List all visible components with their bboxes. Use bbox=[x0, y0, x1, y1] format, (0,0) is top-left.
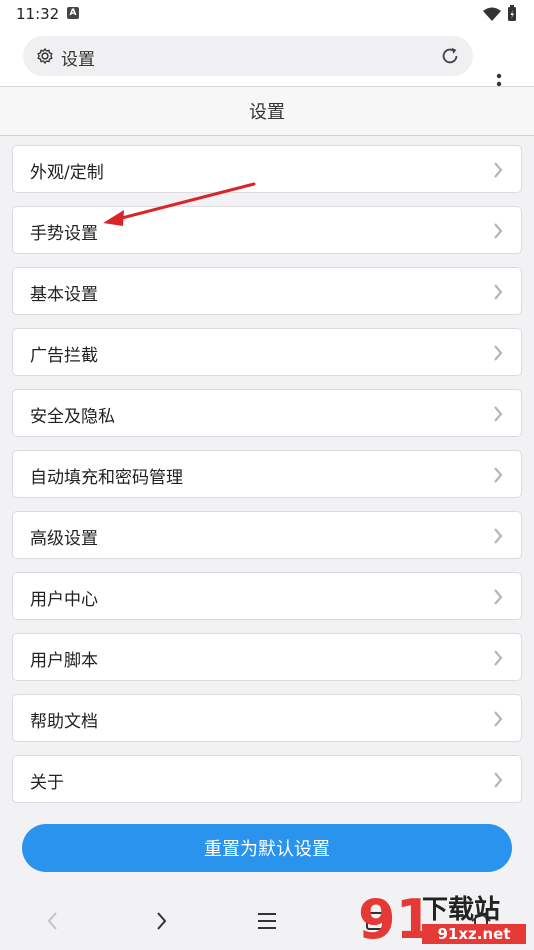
chevron-right-icon bbox=[494, 345, 503, 361]
status-bar: 11:32 A bbox=[0, 0, 534, 28]
chevron-right-icon bbox=[494, 467, 503, 483]
watermark-sub: 91xz.net bbox=[437, 925, 510, 943]
settings-item-about[interactable]: 关于 bbox=[12, 755, 522, 803]
item-label: 用户中心 bbox=[30, 590, 98, 610]
reload-icon[interactable] bbox=[439, 45, 461, 67]
status-time: 11:32 bbox=[16, 5, 60, 23]
chevron-right-icon bbox=[494, 711, 503, 727]
item-label: 安全及隐私 bbox=[30, 407, 115, 427]
reset-defaults-button[interactable]: 重置为默认设置 bbox=[22, 824, 512, 872]
settings-item-user-center[interactable]: 用户中心 bbox=[12, 572, 522, 620]
item-label: 广告拦截 bbox=[30, 346, 98, 366]
item-label: 手势设置 bbox=[30, 224, 98, 244]
status-icons bbox=[483, 5, 516, 21]
settings-item-basic[interactable]: 基本设置 bbox=[12, 267, 522, 315]
address-bar[interactable]: 设置 bbox=[23, 36, 473, 76]
item-label: 关于 bbox=[30, 773, 64, 793]
settings-item-user-scripts[interactable]: 用户脚本 bbox=[12, 633, 522, 681]
wifi-icon bbox=[483, 7, 501, 21]
browser-toolbar: 设置 bbox=[0, 28, 534, 95]
back-icon[interactable] bbox=[40, 908, 66, 934]
item-label: 基本设置 bbox=[30, 285, 98, 305]
watermark-title: 下载站 bbox=[422, 895, 500, 925]
page-header: 设置 bbox=[0, 86, 534, 136]
settings-item-privacy[interactable]: 安全及隐私 bbox=[12, 389, 522, 437]
watermark-logo: 91 下载站 91xz.net bbox=[358, 888, 526, 948]
settings-item-adblock[interactable]: 广告拦截 bbox=[12, 328, 522, 376]
item-label: 自动填充和密码管理 bbox=[30, 468, 183, 488]
a-icon: A bbox=[67, 7, 79, 19]
chevron-right-icon bbox=[494, 528, 503, 544]
battery-icon bbox=[508, 5, 516, 21]
item-label: 外观/定制 bbox=[30, 163, 104, 183]
gear-icon bbox=[37, 48, 53, 64]
item-label: 用户脚本 bbox=[30, 651, 98, 671]
page-title: 设置 bbox=[249, 102, 285, 123]
settings-item-gestures[interactable]: 手势设置 bbox=[12, 206, 522, 254]
menu-icon[interactable] bbox=[254, 908, 280, 934]
settings-item-advanced[interactable]: 高级设置 bbox=[12, 511, 522, 559]
address-text: 设置 bbox=[61, 50, 95, 70]
settings-item-autofill[interactable]: 自动填充和密码管理 bbox=[12, 450, 522, 498]
forward-icon[interactable] bbox=[148, 908, 174, 934]
settings-item-help[interactable]: 帮助文档 bbox=[12, 694, 522, 742]
item-label: 帮助文档 bbox=[30, 712, 98, 732]
chevron-right-icon bbox=[494, 162, 503, 178]
chevron-right-icon bbox=[494, 284, 503, 300]
chevron-right-icon bbox=[494, 589, 503, 605]
chevron-right-icon bbox=[494, 223, 503, 239]
chevron-right-icon bbox=[494, 406, 503, 422]
settings-list: 外观/定制 手势设置 基本设置 广告拦截 安全及隐私 自动填充和密码管理 高级设… bbox=[12, 145, 522, 816]
chevron-right-icon bbox=[494, 650, 503, 666]
chevron-right-icon bbox=[494, 772, 503, 788]
item-label: 高级设置 bbox=[30, 529, 98, 549]
settings-item-appearance[interactable]: 外观/定制 bbox=[12, 145, 522, 193]
